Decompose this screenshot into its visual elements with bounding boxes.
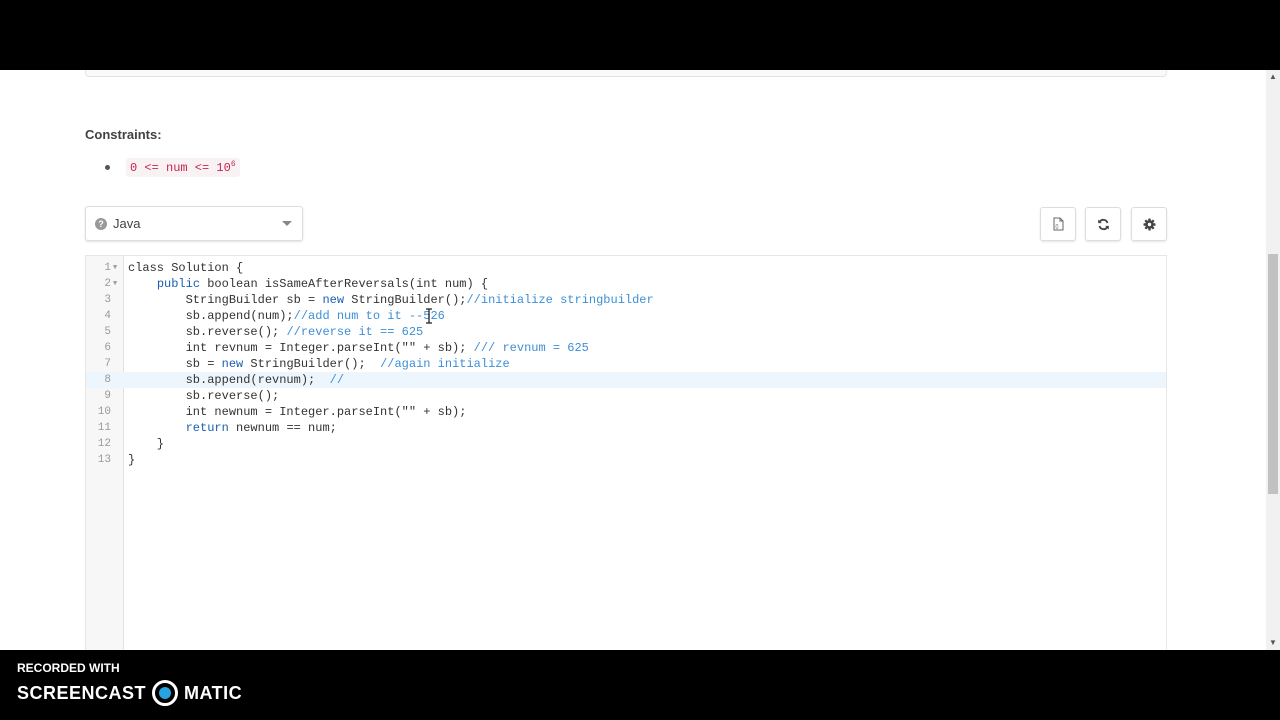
line-number: 7 <box>104 358 111 370</box>
language-select[interactable]: ? Java <box>85 206 303 241</box>
svg-text:{}: {} <box>1055 224 1059 230</box>
code-text: StringBuilder sb = new StringBuilder();/… <box>128 293 654 307</box>
code-line-12[interactable]: 12 } <box>86 436 1166 452</box>
code-line-4[interactable]: 4 sb.append(num);//add num to it --526 <box>86 308 1166 324</box>
line-number: 3 <box>104 294 111 306</box>
fold-arrow-icon[interactable]: ▼ <box>113 260 117 276</box>
video-top-bar <box>0 0 1280 70</box>
code-text: } <box>128 453 136 467</box>
document-icon: {} <box>1053 217 1063 231</box>
code-text: sb.append(num);//add num to it --526 <box>128 309 445 323</box>
code-line-5[interactable]: 5 sb.reverse(); //reverse it == 625 <box>86 324 1166 340</box>
brand-right: MATIC <box>184 682 243 703</box>
scroll-up-icon[interactable]: ▲ <box>1266 72 1280 82</box>
fold-arrow-icon[interactable]: ▼ <box>113 276 117 292</box>
chevron-down-icon <box>282 221 292 226</box>
scrollbar-thumb[interactable] <box>1268 254 1278 494</box>
constraint-code: 0 <= num <= 106 <box>126 158 240 177</box>
code-line-7[interactable]: 7 sb = new StringBuilder(); //again init… <box>86 356 1166 372</box>
line-number: 4 <box>104 310 111 322</box>
problem-page: Constraints: 0 <= num <= 106 ? Java {} 1… <box>0 70 1266 650</box>
code-text: sb = new StringBuilder(); //again initia… <box>128 357 510 371</box>
settings-button[interactable] <box>1131 207 1167 241</box>
gear-icon <box>1143 218 1155 230</box>
brand-left: SCREENCAST <box>17 682 147 703</box>
code-text: int newnum = Integer.parseInt("" + sb); <box>128 405 467 419</box>
line-number: 2 <box>104 278 111 290</box>
refresh-icon <box>1097 218 1109 230</box>
code-line-6[interactable]: 6 int revnum = Integer.parseInt("" + sb)… <box>86 340 1166 356</box>
logo-circle-icon <box>152 680 179 706</box>
code-text: sb.reverse(); //reverse it == 625 <box>128 325 424 339</box>
constraint-item: 0 <= num <= 106 <box>105 158 240 177</box>
code-text: return newnum == num; <box>185 421 337 435</box>
constraints-title: Constraints: <box>85 127 162 142</box>
line-number: 12 <box>97 438 111 450</box>
code-line-10[interactable]: 10 int newnum = Integer.parseInt("" + sb… <box>86 404 1166 420</box>
line-number: 13 <box>97 454 111 466</box>
help-icon: ? <box>95 217 107 230</box>
reset-code-button[interactable] <box>1085 207 1121 241</box>
language-label: Java <box>113 216 141 231</box>
line-number: 6 <box>104 342 111 354</box>
scroll-down-icon[interactable]: ▼ <box>1266 638 1280 648</box>
line-number: 5 <box>104 326 111 338</box>
previous-section-box <box>85 70 1167 77</box>
view-document-button[interactable]: {} <box>1040 207 1076 241</box>
text-cursor-icon <box>426 308 432 324</box>
constraint-exponent: 6 <box>230 160 236 169</box>
line-number: 1 <box>104 262 111 274</box>
line-number: 10 <box>97 406 111 418</box>
bullet <box>105 165 110 170</box>
line-number: 8 <box>104 374 111 386</box>
constraint-expr: 0 <= num <= 10 <box>130 161 231 175</box>
code-line-2[interactable]: 2 ▼ public boolean isSameAfterReversals(i… <box>86 276 1166 292</box>
screencast-watermark: RECORDED WITH SCREENCAST MATIC <box>0 650 1280 720</box>
code-line-11[interactable]: 11 return newnum == num; <box>86 420 1166 436</box>
code-text: } <box>128 437 165 451</box>
recorded-with-label: RECORDED WITH <box>17 661 120 675</box>
code-text: public boolean isSameAfterReversals(int … <box>156 277 489 291</box>
code-text: sb.reverse(); <box>128 389 280 403</box>
code-line-8-active[interactable]: 8 sb.append(revnum); // <box>86 372 1166 388</box>
line-number: 11 <box>97 422 111 434</box>
line-number: 9 <box>104 390 111 402</box>
code-line-1[interactable]: 1 ▼ class Solution { <box>86 260 1166 276</box>
code-line-13[interactable]: 13 } <box>86 452 1166 468</box>
code-line-9[interactable]: 9 sb.reverse(); <box>86 388 1166 404</box>
code-text: int revnum = Integer.parseInt("" + sb); … <box>128 341 589 355</box>
code-text: sb.append(revnum); // <box>128 373 345 387</box>
screencast-matic-logo: SCREENCAST MATIC <box>17 680 242 706</box>
vertical-scrollbar[interactable]: ▲ ▼ <box>1266 70 1280 650</box>
code-text: class Solution { <box>128 261 244 275</box>
code-line-3[interactable]: 3 StringBuilder sb = new StringBuilder()… <box>86 292 1166 308</box>
code-editor[interactable]: 1 ▼ class Solution { 2 ▼ public boolean is… <box>85 255 1167 650</box>
